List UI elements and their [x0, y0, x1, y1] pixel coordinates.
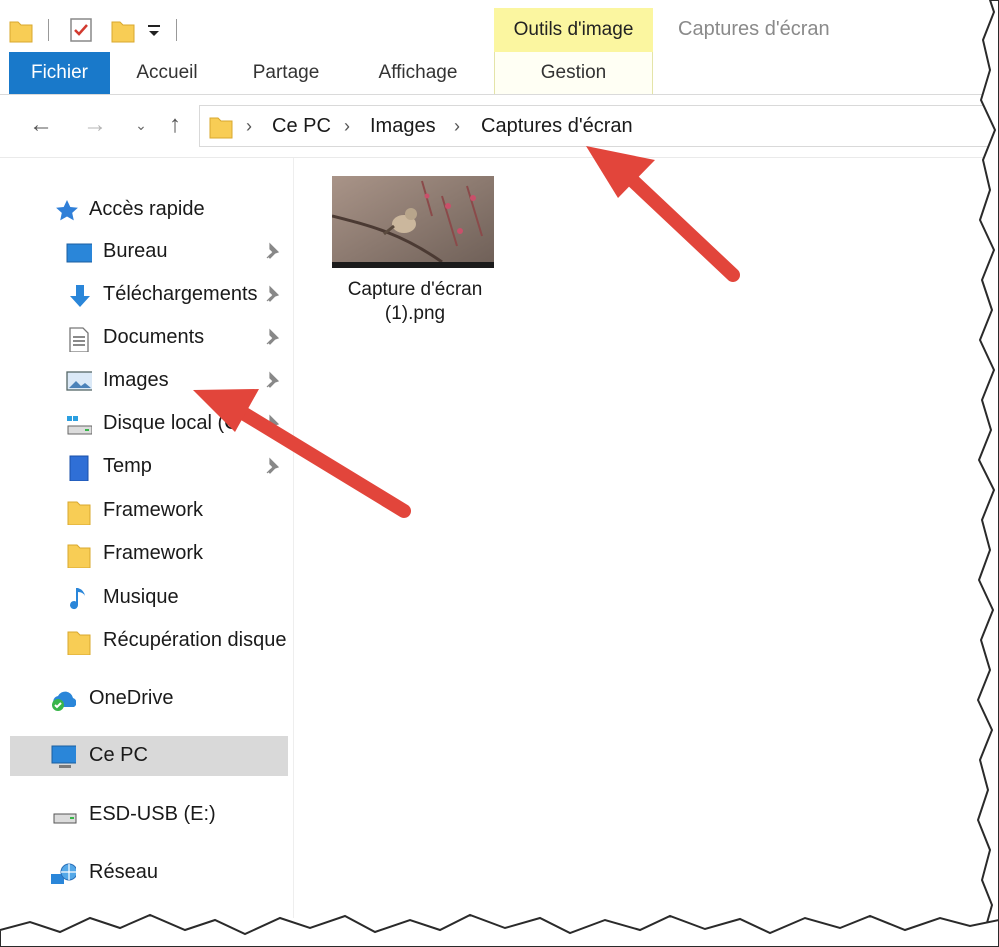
nav-label: Framework [103, 542, 204, 564]
drive-icon [69, 455, 89, 481]
file-item[interactable]: Capture d'écran (1).png [330, 174, 500, 344]
nav-label: Temp [103, 455, 152, 477]
star-icon [56, 200, 78, 221]
network-globe-icon [51, 863, 76, 884]
nav-this-pc[interactable]: Ce PC [10, 736, 288, 776]
up-arrow-icon[interactable]: ↑ [158, 107, 192, 143]
folder-icon [67, 544, 91, 568]
navigation-bar: ← → ⌄ ↑ › Ce PC › Images › Captures d'éc… [0, 95, 990, 158]
nav-item-framework[interactable]: Framework [10, 491, 288, 531]
nav-item-downloads[interactable]: Téléchargements [10, 275, 288, 315]
content-pane: Capture d'écran (1).png [294, 158, 990, 918]
nav-label: Accès rapide [89, 198, 205, 220]
nav-label: Réseau [89, 861, 158, 883]
pin-icon[interactable] [264, 413, 284, 435]
nav-label: OneDrive [89, 687, 174, 709]
breadcrumb-screenshots[interactable]: Captures d'écran [481, 106, 633, 146]
folder-icon [67, 501, 91, 525]
nav-item-framework[interactable]: Framework [10, 534, 288, 574]
nav-quick-access[interactable]: Accès rapide [10, 190, 288, 230]
document-icon [69, 327, 89, 352]
tab-view[interactable]: Affichage [356, 52, 480, 94]
tab-file[interactable]: Fichier [9, 52, 110, 94]
nav-label: Récupération disque [103, 629, 287, 651]
toolbar-separator [176, 19, 177, 41]
breadcrumb-images[interactable]: Images [370, 106, 436, 146]
file-name-line: (1).png [384, 303, 446, 324]
nav-label: Disque local (C [103, 412, 239, 434]
nav-label: Images [103, 369, 169, 391]
pin-icon[interactable] [264, 370, 284, 392]
breadcrumb-chevron-icon[interactable]: › [344, 106, 350, 146]
recent-locations-chevron-icon[interactable]: ⌄ [124, 107, 158, 143]
nav-item-desktop[interactable]: Bureau [10, 232, 288, 272]
desktop-icon [66, 243, 92, 263]
tab-share[interactable]: Partage [236, 52, 336, 94]
quick-access-toolbar: Outils d'image Captures d'écran [0, 0, 990, 52]
file-explorer-window: Outils d'image Captures d'écran Fichier … [0, 0, 999, 947]
nav-label: Framework [103, 499, 204, 521]
customize-toolbar-dropdown-icon[interactable] [146, 22, 162, 40]
computer-icon [51, 745, 76, 768]
image-thumbnail [332, 176, 494, 268]
pin-icon[interactable] [264, 241, 284, 263]
navigation-pane: Accès rapide Bureau Téléchargements Docu… [0, 158, 294, 918]
forward-arrow-icon[interactable]: → [78, 107, 112, 143]
torn-edge-bottom [0, 913, 999, 947]
nav-item-pictures[interactable]: Images [10, 361, 288, 401]
download-arrow-icon [70, 285, 90, 307]
back-arrow-icon[interactable]: ← [24, 107, 58, 143]
nav-onedrive[interactable]: OneDrive [10, 679, 288, 719]
new-folder-icon[interactable] [110, 16, 136, 44]
nav-item-music[interactable]: Musique [10, 578, 288, 618]
nav-network[interactable]: Réseau [10, 853, 288, 893]
folder-icon [67, 631, 91, 655]
pin-icon[interactable] [264, 284, 284, 306]
file-name: Capture d'écran (1).png [330, 278, 500, 326]
address-bar[interactable]: › Ce PC › Images › Captures d'écran [199, 105, 990, 147]
nav-label: ESD-USB (E:) [89, 803, 216, 825]
nav-item-recovery[interactable]: Récupération disque [10, 621, 288, 661]
file-name-line: Capture d'écran [347, 279, 483, 300]
nav-label: Documents [103, 326, 205, 348]
nav-label: Ce PC [89, 744, 148, 766]
pin-icon[interactable] [264, 327, 284, 349]
nav-label: Musique [103, 586, 179, 608]
local-disk-icon [67, 416, 92, 435]
toolbar-separator [48, 19, 49, 41]
nav-item-temp[interactable]: Temp [10, 447, 288, 487]
pin-icon[interactable] [264, 456, 284, 478]
breadcrumb-chevron-icon[interactable]: › [246, 106, 252, 146]
nav-usb-drive[interactable]: ESD-USB (E:) [10, 795, 288, 835]
nav-item-local-disk[interactable]: Disque local (C [10, 404, 288, 444]
pictures-icon [66, 371, 92, 391]
ribbon-tabs: Fichier Accueil Partage Affichage Gestio… [0, 52, 990, 95]
tab-home[interactable]: Accueil [118, 52, 216, 94]
properties-checkmark-icon[interactable] [68, 16, 94, 44]
usb-drive-icon [53, 813, 77, 824]
nav-label: Téléchargements [103, 283, 258, 305]
onedrive-cloud-icon [52, 691, 76, 711]
breadcrumb-chevron-icon[interactable]: › [454, 106, 460, 146]
window-title: Captures d'écran [678, 18, 830, 40]
tab-manage[interactable]: Gestion [494, 52, 653, 94]
picture-tools-context-group: Outils d'image [494, 8, 653, 52]
breadcrumb-this-pc[interactable]: Ce PC [272, 106, 331, 146]
folder-icon [209, 117, 233, 139]
nav-label: Bureau [103, 240, 168, 262]
folder-icon[interactable] [8, 16, 34, 44]
nav-item-documents[interactable]: Documents [10, 318, 288, 358]
music-note-icon [70, 588, 85, 610]
